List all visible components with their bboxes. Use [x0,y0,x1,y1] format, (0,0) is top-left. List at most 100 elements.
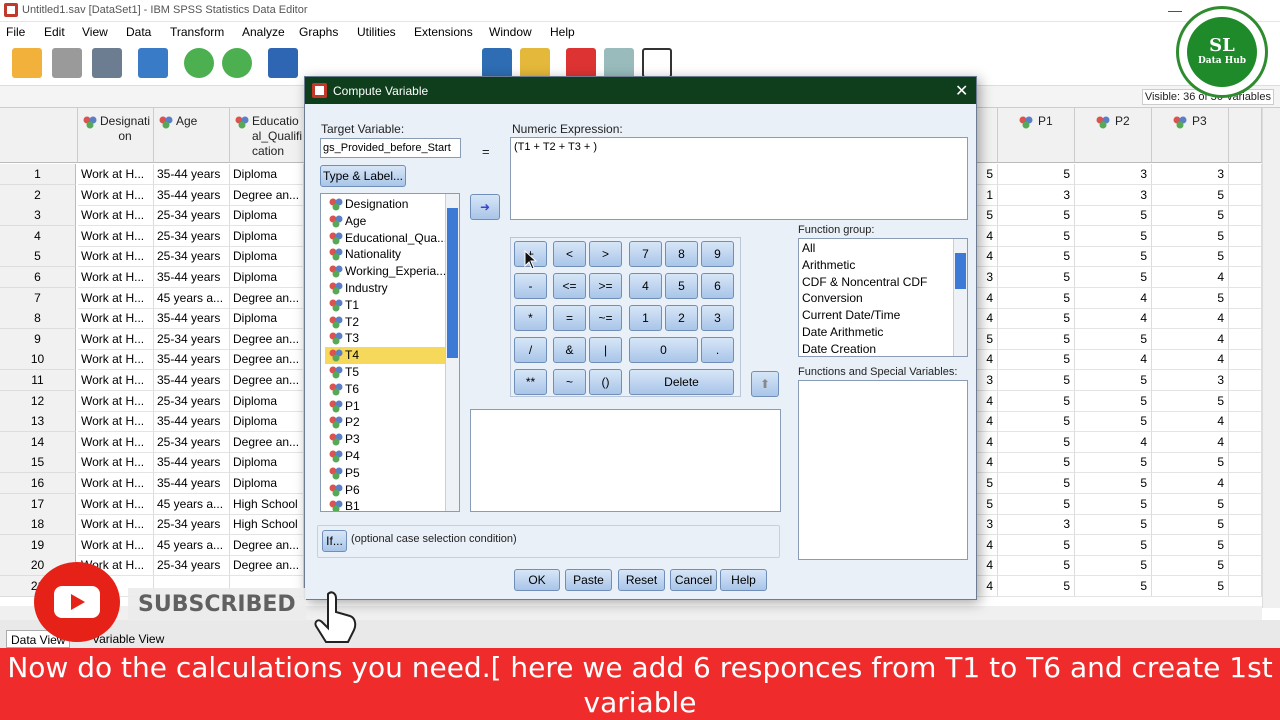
table-cell[interactable] [1229,390,1262,412]
table-cell[interactable]: Degree an... [230,287,304,309]
goto-case-icon[interactable] [268,48,298,78]
table-cell[interactable]: Diploma [230,452,304,474]
table-cell[interactable]: 5 [1075,534,1152,556]
table-cell[interactable]: Diploma [230,164,304,185]
table-cell[interactable]: Work at H... [78,452,154,474]
table-cell[interactable]: 35-44 years [154,370,230,391]
variable-item-t3[interactable]: T3 [325,330,447,347]
table-cell[interactable]: Degree an... [230,328,304,350]
table-cell[interactable]: Work at H... [78,390,154,412]
keypad-key[interactable]: = [553,305,586,331]
menu-view[interactable]: View [82,25,108,39]
function-group-item[interactable]: CDF & Noncentral CDF [802,274,927,291]
table-cell[interactable]: 35-44 years [154,473,230,494]
keypad-key[interactable]: 2 [665,305,698,331]
table-cell[interactable]: Degree an... [230,534,304,556]
table-cell[interactable]: 5 [998,267,1075,288]
target-variable-input[interactable]: gs_Provided_before_Start [320,138,461,158]
table-cell[interactable] [1229,287,1262,309]
variable-item-p3[interactable]: P3 [325,431,447,448]
keypad-key[interactable]: ~ [553,369,586,395]
table-cell[interactable]: 5 [1075,370,1152,391]
keypad-key[interactable]: Delete [629,369,734,395]
table-cell[interactable]: 5 [1152,493,1229,515]
table-cell[interactable]: 4 [1075,287,1152,309]
table-cell[interactable]: 25-34 years [154,390,230,412]
table-cell[interactable]: 5 [998,349,1075,371]
type-and-label-button[interactable]: Type & Label... [320,165,406,187]
variable-item-p2[interactable]: P2 [325,414,447,431]
row-number[interactable]: 10 [0,349,76,371]
menu-analyze[interactable]: Analyze [242,25,285,39]
table-cell[interactable]: Diploma [230,225,304,247]
table-cell[interactable] [1229,164,1262,185]
table-cell[interactable]: 5 [998,287,1075,309]
scroll-thumb[interactable] [447,208,458,358]
keypad-key[interactable]: & [553,337,586,363]
keypad-key[interactable]: 8 [665,241,698,267]
keypad-key[interactable]: ~= [589,305,622,331]
table-cell[interactable]: 4 [1152,431,1229,453]
open-folder-icon[interactable] [12,48,42,78]
table-cell[interactable]: 5 [1152,534,1229,556]
menu-window[interactable]: Window [489,25,532,39]
function-group-item[interactable]: Date Arithmetic [802,324,883,341]
keypad-key[interactable]: >= [589,273,622,299]
table-cell[interactable]: 5 [1075,514,1152,536]
function-group-item[interactable]: Conversion [802,290,863,307]
table-cell[interactable] [1229,267,1262,288]
table-cell[interactable]: 5 [1152,576,1229,597]
variable-item-b1[interactable]: B1 [325,498,447,511]
keypad-key[interactable]: 7 [629,241,662,267]
function-group-item[interactable]: Current Date/Time [802,307,900,324]
row-number[interactable]: 4 [0,225,76,247]
row-number[interactable]: 18 [0,514,76,536]
table-cell[interactable]: 5 [1152,225,1229,247]
table-cell[interactable]: Degree an... [230,349,304,371]
variable-item-age[interactable]: Age [325,213,447,230]
table-cell[interactable]: 5 [1075,390,1152,412]
table-cell[interactable]: 5 [998,431,1075,453]
variable-item-p4[interactable]: P4 [325,448,447,465]
table-cell[interactable]: 5 [998,411,1075,433]
table-cell[interactable]: 5 [998,308,1075,330]
table-cell[interactable]: Work at H... [78,205,154,227]
variable-item-t2[interactable]: T2 [325,314,447,331]
table-cell[interactable]: 5 [1075,473,1152,494]
table-cell[interactable] [1229,246,1262,268]
menu-extensions[interactable]: Extensions [414,25,473,39]
variable-list-scrollbar[interactable] [445,194,459,511]
function-group-item[interactable]: All [802,240,815,257]
table-cell[interactable]: 4 [1152,308,1229,330]
table-cell[interactable]: Diploma [230,205,304,227]
table-cell[interactable]: 4 [1152,267,1229,288]
table-cell[interactable]: Work at H... [78,246,154,268]
table-cell[interactable] [1229,184,1262,206]
table-cell[interactable] [1229,514,1262,536]
table-cell[interactable]: 5 [1152,555,1229,577]
table-cell[interactable]: 4 [1152,349,1229,371]
table-cell[interactable]: Degree an... [230,431,304,453]
table-cell[interactable]: 5 [1152,287,1229,309]
redo-icon[interactable] [222,48,252,78]
table-cell[interactable]: 4 [1075,349,1152,371]
value-labels-icon[interactable] [566,48,596,78]
column-header-designation[interactable]: Designati on [78,108,154,163]
variable-item-educational-qua[interactable]: Educational_Qua... [325,230,447,247]
table-cell[interactable]: Work at H... [78,308,154,330]
row-number[interactable]: 9 [0,328,76,350]
table-cell[interactable]: 5 [998,390,1075,412]
table-cell[interactable]: 5 [1075,555,1152,577]
table-cell[interactable]: 4 [1152,328,1229,350]
table-cell[interactable]: 25-34 years [154,246,230,268]
table-cell[interactable]: Work at H... [78,514,154,536]
column-header-p1[interactable]: P1 [998,108,1075,163]
table-cell[interactable]: 5 [1075,205,1152,227]
close-icon[interactable]: ✕ [955,81,968,101]
table-cell[interactable]: 5 [1075,246,1152,268]
function-group-item[interactable]: Date Creation [802,341,876,356]
cancel-button[interactable]: Cancel [670,569,717,591]
table-cell[interactable]: Work at H... [78,370,154,391]
table-cell[interactable]: 3 [998,514,1075,536]
use-sets-icon[interactable] [604,48,634,78]
